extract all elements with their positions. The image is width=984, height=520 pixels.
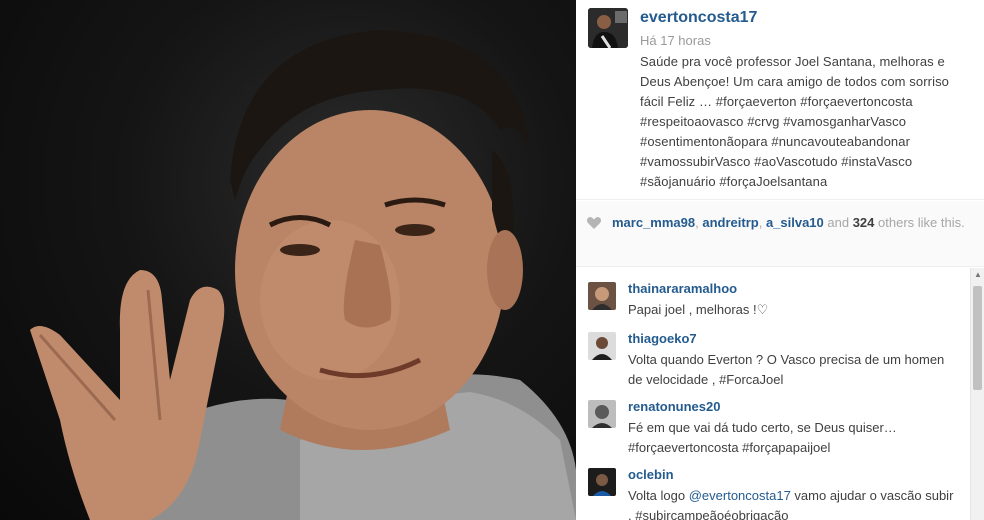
heart-icon[interactable]: [586, 215, 602, 231]
post-timestamp: Há 17 horas: [640, 33, 711, 48]
post-details-panel: evertoncosta17 Há 17 horas Saúde pra voc…: [576, 0, 984, 520]
likes-separator-2: ,: [758, 215, 766, 230]
comment-text: Fé em que vai dá tudo certo, se Deus qui…: [628, 420, 897, 455]
comment-text-prefix: Volta logo: [628, 488, 689, 503]
comment-avatar[interactable]: [588, 468, 616, 496]
comment-item: oclebin Volta logo @evertoncosta17 vamo …: [576, 460, 966, 520]
like-user-3[interactable]: a_silva10: [766, 215, 824, 230]
owner-username[interactable]: evertoncosta17: [640, 9, 757, 27]
comment-avatar[interactable]: [588, 400, 616, 428]
comment-item: renatonunes20 Fé em que vai dá tudo cert…: [576, 392, 966, 462]
post-caption: Saúde pra você professor Joel Santana, m…: [640, 54, 949, 189]
comment-username[interactable]: renatonunes20: [628, 399, 720, 414]
comment-username[interactable]: oclebin: [628, 467, 674, 482]
post-header: evertoncosta17 Há 17 horas Saúde pra voc…: [576, 0, 984, 200]
scroll-thumb[interactable]: [973, 286, 982, 390]
comment-username[interactable]: thiagoeko7: [628, 331, 697, 346]
comment-mention[interactable]: @evertoncosta17: [689, 488, 791, 503]
likes-and: and: [823, 215, 853, 230]
comment-avatar[interactable]: [588, 332, 616, 360]
like-user-2[interactable]: andreitrp: [702, 215, 758, 230]
photo-illustration: [30, 30, 576, 520]
owner-avatar[interactable]: [588, 8, 628, 48]
like-user-1[interactable]: marc_mma98: [612, 215, 695, 230]
comment-text: Volta quando Everton ? O Vasco precisa d…: [628, 352, 945, 387]
post-photo[interactable]: [0, 0, 576, 520]
comment-avatar[interactable]: [588, 282, 616, 310]
comment-item: thiagoeko7 Volta quando Everton ? O Vasc…: [576, 324, 966, 394]
likes-section: marc_mma98, andreitrp, a_silva10 and 324…: [576, 201, 984, 267]
likes-count[interactable]: 324: [853, 215, 875, 230]
comment-text: Volta logo @evertoncosta17 vamo ajudar o…: [628, 486, 954, 520]
comments-list: thainararamalhoo Papai joel , melhoras !…: [576, 268, 984, 520]
comments-scrollbar[interactable]: ▲: [970, 268, 984, 520]
likes-text: marc_mma98, andreitrp, a_silva10 and 324…: [612, 214, 972, 231]
comment-text: Papai joel , melhoras !♡: [628, 302, 769, 317]
likes-suffix: others like this.: [874, 215, 965, 230]
scroll-up-icon[interactable]: ▲: [971, 268, 984, 282]
comment-username[interactable]: thainararamalhoo: [628, 281, 737, 296]
